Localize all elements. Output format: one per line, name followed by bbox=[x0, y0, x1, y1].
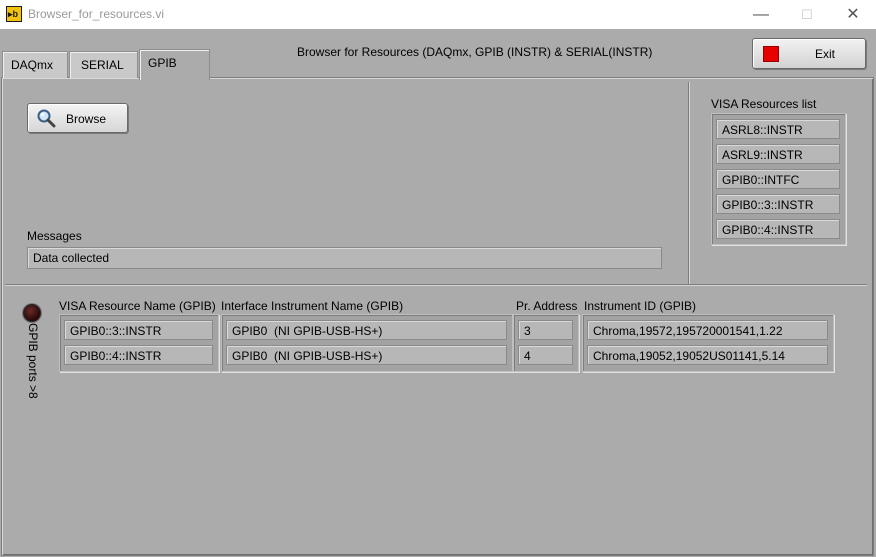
window-title: Browser_for_resources.vi bbox=[28, 7, 165, 21]
table-cell[interactable]: 3 bbox=[518, 320, 573, 340]
visa-resource-item[interactable]: ASRL9::INSTR bbox=[716, 144, 840, 164]
gpib-ports-led-label: GPIB ports >8 bbox=[26, 323, 40, 399]
messages-indicator: Data collected bbox=[27, 247, 662, 269]
table-cell[interactable]: GPIB0 (NI GPIB-USB-HS+) bbox=[226, 320, 507, 340]
visa-resource-item[interactable]: GPIB0::3::INSTR bbox=[716, 194, 840, 214]
table-cell[interactable]: GPIB0::4::INSTR bbox=[64, 345, 213, 365]
gpib-ports-led bbox=[23, 304, 41, 322]
minimize-icon[interactable]: — bbox=[738, 0, 784, 29]
browse-button-label: Browse bbox=[66, 112, 107, 126]
interface-name-array: GPIB0 (NI GPIB-USB-HS+) GPIB0 (NI GPIB-U… bbox=[221, 314, 513, 372]
visa-resource-item[interactable]: GPIB0::4::INSTR bbox=[716, 219, 840, 239]
visa-resources-array: ASRL8::INSTR ASRL9::INSTR GPIB0::INTFC G… bbox=[711, 113, 846, 245]
visa-resource-item[interactable]: ASRL8::INSTR bbox=[716, 119, 840, 139]
column-header-instrument-id: Instrument ID (GPIB) bbox=[584, 299, 697, 313]
tab-serial[interactable]: SERIAL bbox=[69, 51, 138, 78]
table-cell[interactable]: Chroma,19052,19052US01141,5.14 bbox=[587, 345, 828, 365]
visa-resource-item[interactable]: GPIB0::INTFC bbox=[716, 169, 840, 189]
maximize-icon[interactable]: ☐ bbox=[784, 0, 830, 29]
title-bar: ▸b Browser_for_resources.vi — ☐ ✕ bbox=[0, 0, 876, 29]
tab-gpib[interactable]: GPIB bbox=[139, 49, 210, 80]
table-cell[interactable]: Chroma,19572,195720001541,1.22 bbox=[587, 320, 828, 340]
pr-address-array: 3 4 bbox=[513, 314, 579, 372]
close-icon[interactable]: ✕ bbox=[830, 0, 876, 29]
visa-resource-name-array: GPIB0::3::INSTR GPIB0::4::INSTR bbox=[59, 314, 219, 372]
column-header-interface-name: Interface Instrument Name (GPIB) bbox=[221, 299, 404, 313]
table-cell[interactable]: GPIB0::3::INSTR bbox=[64, 320, 213, 340]
instrument-id-array: Chroma,19572,195720001541,1.22 Chroma,19… bbox=[582, 314, 834, 372]
vertical-divider bbox=[688, 82, 689, 285]
exit-button-label: Exit bbox=[814, 47, 835, 61]
browse-button[interactable]: Browse bbox=[27, 103, 128, 133]
labview-vi-icon: ▸b bbox=[6, 6, 22, 22]
table-cell[interactable]: 4 bbox=[518, 345, 573, 365]
panel-title: Browser for Resources (DAQmx, GPIB (INST… bbox=[297, 45, 653, 59]
messages-label: Messages bbox=[27, 229, 82, 243]
magnifier-icon bbox=[37, 109, 56, 128]
horizontal-divider bbox=[5, 284, 867, 285]
visa-resources-label: VISA Resources list bbox=[711, 97, 817, 111]
table-cell[interactable]: GPIB0 (NI GPIB-USB-HS+) bbox=[226, 345, 507, 365]
tab-daqmx[interactable]: DAQmx bbox=[2, 51, 68, 78]
column-header-visa-resource-name: VISA Resource Name (GPIB) bbox=[59, 299, 216, 313]
exit-button[interactable]: Exit bbox=[752, 38, 866, 69]
column-header-pr-address: Pr. Address bbox=[516, 299, 578, 313]
